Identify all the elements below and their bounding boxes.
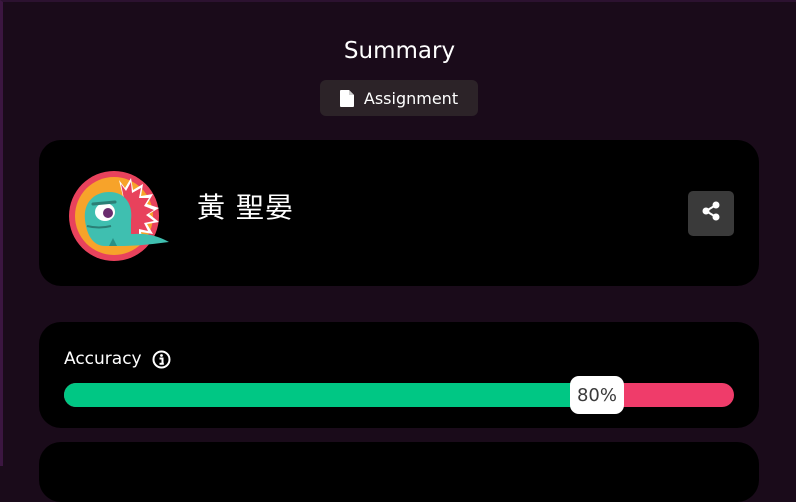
accuracy-label-row: Accuracy <box>64 349 171 369</box>
accuracy-correct-fill <box>64 383 600 407</box>
share-icon <box>702 201 720 226</box>
accuracy-label: Accuracy <box>64 349 142 369</box>
info-icon[interactable] <box>152 350 171 369</box>
page-title: Summary <box>343 38 456 64</box>
accuracy-progress-bar: 80% <box>64 376 734 414</box>
share-button[interactable] <box>688 191 734 236</box>
document-icon <box>339 89 354 107</box>
accuracy-card: Accuracy 80% <box>39 322 759 428</box>
profile-card: 黃 聖晏 <box>39 140 759 286</box>
dinosaur-avatar-icon <box>69 168 175 264</box>
user-name: 黃 聖晏 <box>197 191 294 224</box>
next-card <box>39 442 759 502</box>
assignment-type-badge: Assignment <box>320 80 478 116</box>
type-badge-label: Assignment <box>363 88 459 108</box>
accuracy-percentage-label: 80% <box>570 376 624 414</box>
